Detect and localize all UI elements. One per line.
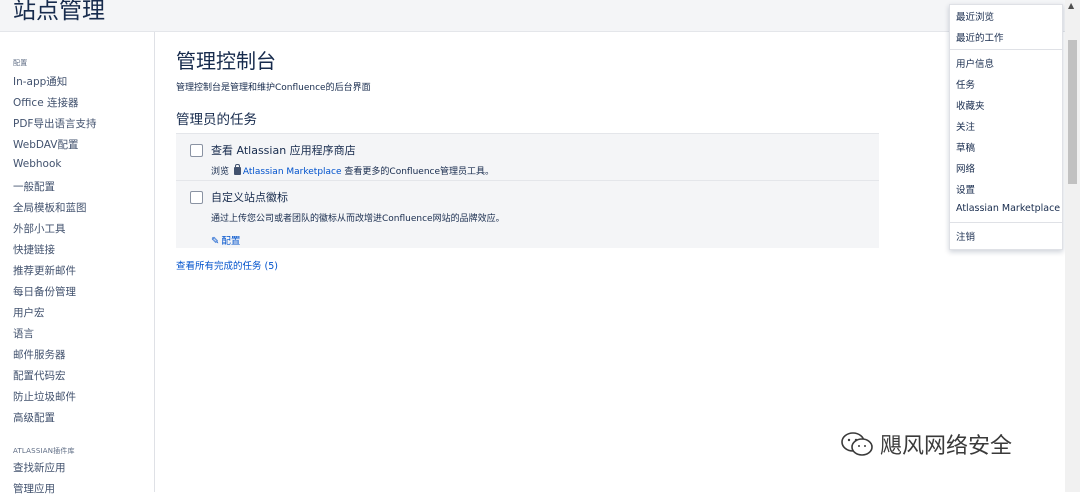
marketplace-link[interactable]: Atlassian Marketplace [243,167,342,177]
user-dropdown-menu: 最近浏览 最近的工作 用户信息 任务 收藏夹 关注 草稿 网络 设置 Atlas… [949,4,1063,250]
watermark-text: 飓风网络安全 [880,434,1013,459]
menu-item-favorites[interactable]: 收藏夹 [956,98,985,112]
menu-item-watches[interactable]: 关注 [956,119,975,133]
view-all-completed-tasks-link[interactable]: 查看所有完成的任务 (5) [176,258,278,272]
sidebar-item-daily-backup[interactable]: 每日备份管理 [13,284,76,299]
menu-item-drafts[interactable]: 草稿 [956,140,975,154]
sidebar-section-atlassian: ATLASSIAN插件库 [13,447,75,455]
main-description: 管理控制台是管理和维护Confluence的后台界面 [176,83,371,93]
task-desc-prefix: 浏览 [211,167,230,177]
menu-item-network[interactable]: 网络 [956,161,975,175]
task-title: 查看 Atlassian 应用程序商店 [211,144,356,157]
sidebar-item-advanced-config[interactable]: 高级配置 [13,410,55,425]
task-desc-suffix: 查看更多的Confluence管理员工具。 [344,167,495,177]
sidebar-item-inapp-notification[interactable]: In-app通知 [13,74,67,89]
sidebar-item-mail-servers[interactable]: 邮件服务器 [13,347,66,362]
pencil-icon: ✎ [211,236,220,247]
marketplace-bag-icon [233,164,241,175]
sidebar-item-global-templates[interactable]: 全局模板和蓝图 [13,200,87,215]
sidebar-item-external-gadgets[interactable]: 外部小工具 [13,221,66,236]
wechat-icon [841,432,873,456]
scroll-thumb[interactable] [1068,40,1077,184]
menu-divider [950,222,1062,223]
task-description: 浏览 Atlassian Marketplace 查看更多的Confluence… [211,164,494,177]
task-checkbox[interactable] [190,144,203,157]
sidebar-item-webhook[interactable]: Webhook [13,158,61,170]
task-site-logo: 自定义站点徽标 通过上传您公司或者团队的徽标从而改增进Confluence网站的… [176,180,879,248]
menu-item-recent-work[interactable]: 最近的工作 [956,30,1004,44]
sidebar-item-pdf-language[interactable]: PDF导出语言支持 [13,116,96,131]
main-title: 管理控制台 [176,49,276,73]
configure-link[interactable]: ✎ 配置 [211,233,240,247]
task-marketplace: 查看 Atlassian 应用程序商店 浏览 Atlassian Marketp… [176,133,879,180]
sidebar-item-webdav[interactable]: WebDAV配置 [13,137,79,152]
sidebar-item-general-config[interactable]: 一般配置 [13,179,55,194]
menu-item-marketplace[interactable]: Atlassian Marketplace [956,203,1060,214]
menu-item-logout[interactable]: 注销 [956,229,975,243]
configure-label[interactable]: 配置 [221,236,240,247]
task-description: 通过上传您公司或者团队的徽标从而改增进Confluence网站的品牌效应。 [211,214,505,224]
sidebar-item-languages[interactable]: 语言 [13,326,34,341]
sidebar-item-recommended-email[interactable]: 推荐更新邮件 [13,263,76,278]
page-scrollbar[interactable]: ▲ [1065,0,1080,492]
top-header: 站点管理 [0,0,1080,32]
sidebar-item-code-macro[interactable]: 配置代码宏 [13,368,66,383]
sidebar-item-shortcut-links[interactable]: 快捷链接 [13,242,55,257]
sidebar-item-office-connector[interactable]: Office 连接器 [13,95,79,110]
page-site-title: 站点管理 [13,0,105,24]
task-checkbox[interactable] [190,191,203,204]
sidebar-item-manage-apps[interactable]: 管理应用 [13,481,55,496]
menu-item-tasks[interactable]: 任务 [956,77,975,91]
watermark: 飓风网络安全 [840,428,1012,460]
sidebar-section-config: 配置 [13,59,28,67]
menu-divider [950,49,1062,50]
menu-item-profile[interactable]: 用户信息 [956,56,994,70]
scroll-up-arrow-icon[interactable]: ▲ [1068,1,1074,10]
sidebar-item-find-apps[interactable]: 查找新应用 [13,460,66,475]
tasks-heading: 管理员的任务 [176,112,257,128]
menu-item-settings[interactable]: 设置 [956,182,975,196]
sidebar-item-user-macros[interactable]: 用户宏 [13,305,45,320]
sidebar-item-spam-prevention[interactable]: 防止垃圾邮件 [13,389,76,404]
menu-item-recently-viewed[interactable]: 最近浏览 [956,9,994,23]
admin-sidebar: 配置 In-app通知 Office 连接器 PDF导出语言支持 WebDAV配… [0,32,155,495]
task-title: 自定义站点徽标 [211,191,288,204]
